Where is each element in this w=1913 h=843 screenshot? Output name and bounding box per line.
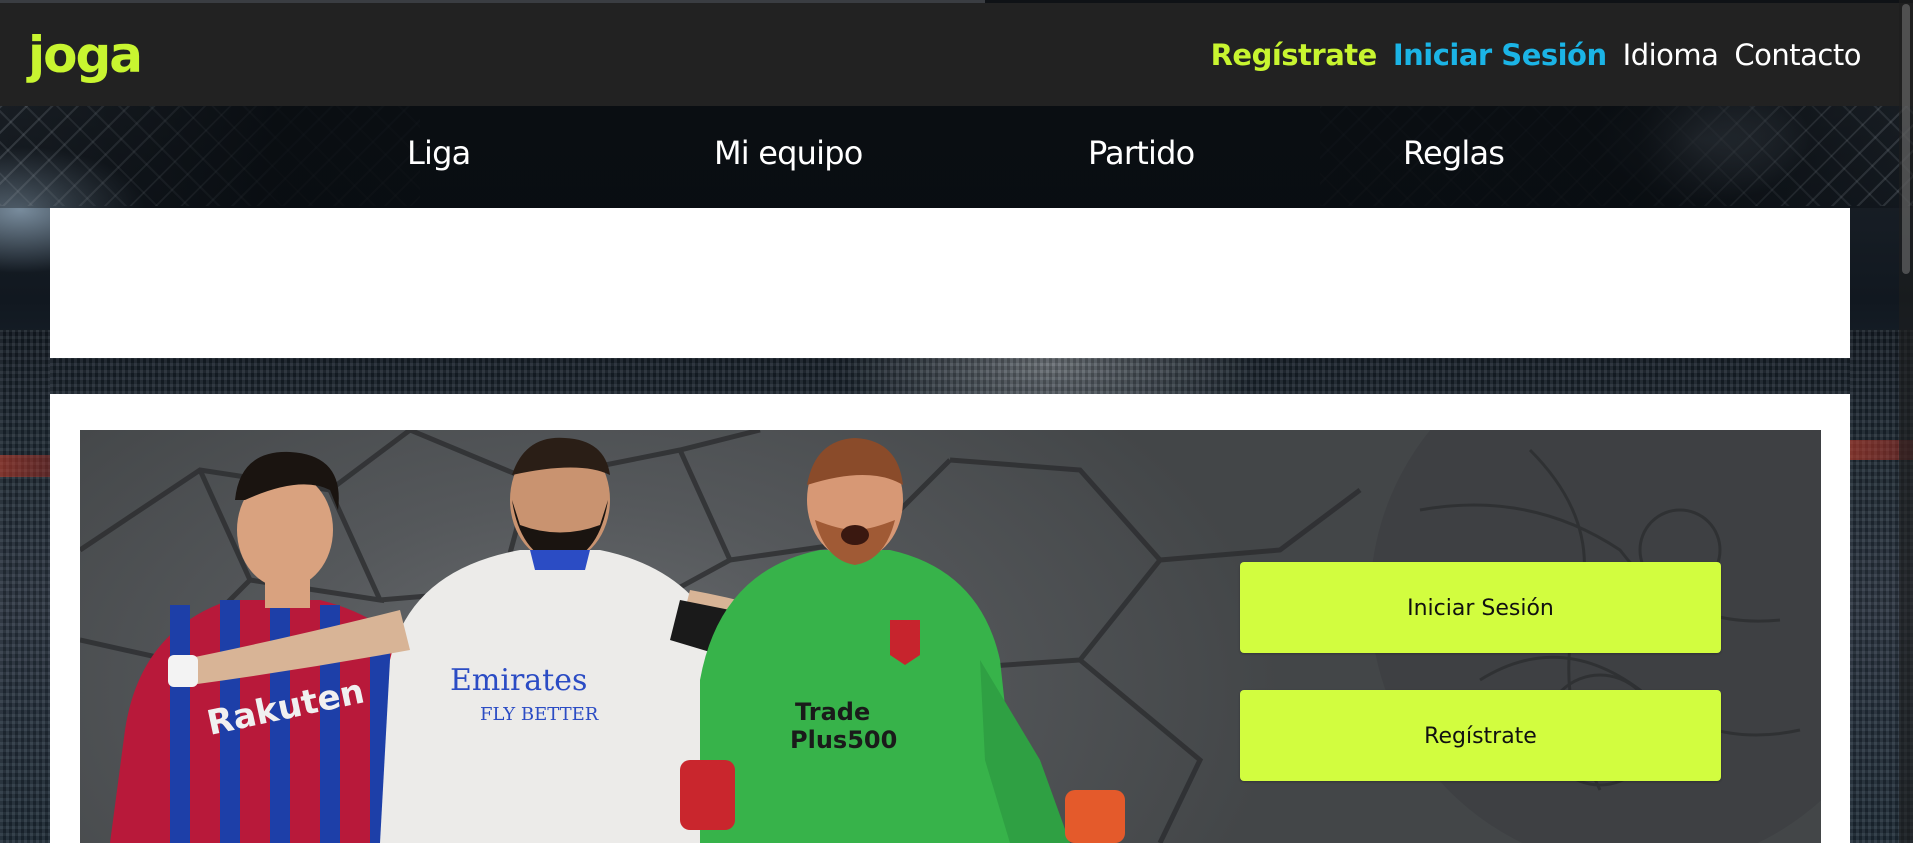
- top-header: joga Regístrate Iniciar Sesión Idioma Co…: [0, 0, 1913, 106]
- page-load-indicator: [0, 0, 985, 3]
- nav-item-reglas[interactable]: Reglas: [1403, 130, 1505, 176]
- nav-item-liga[interactable]: Liga: [407, 130, 471, 176]
- hero-login-button[interactable]: Iniciar Sesión: [1240, 562, 1721, 653]
- svg-text:Trade: Trade: [795, 698, 870, 726]
- main-navigation: Liga Mi equipo Partido Reglas: [0, 106, 1913, 208]
- hero-banner: Rakuten Emirates FLY BETTER Trade Plus50…: [80, 430, 1821, 843]
- svg-text:Emirates: Emirates: [450, 663, 587, 698]
- crowd-left: [0, 330, 50, 843]
- hero-card: Rakuten Emirates FLY BETTER Trade Plus50…: [50, 394, 1850, 843]
- nav-item-partido[interactable]: Partido: [1088, 130, 1195, 176]
- language-link[interactable]: Idioma: [1623, 35, 1719, 75]
- header-links: Regístrate Iniciar Sesión Idioma Contact…: [1211, 35, 1862, 75]
- scrollbar-thumb[interactable]: [1902, 4, 1910, 274]
- register-link[interactable]: Regístrate: [1211, 35, 1378, 75]
- contact-link[interactable]: Contacto: [1734, 35, 1861, 75]
- page-scrollbar[interactable]: [1899, 0, 1913, 843]
- crowd-strip: [50, 358, 1850, 394]
- svg-text:Plus500: Plus500: [790, 726, 897, 754]
- login-link[interactable]: Iniciar Sesión: [1393, 35, 1607, 75]
- stand-banner-left: [0, 455, 50, 477]
- joga-logo[interactable]: joga: [28, 25, 143, 85]
- hero-register-button[interactable]: Regístrate: [1240, 690, 1721, 781]
- svg-text:FLY BETTER: FLY BETTER: [480, 704, 599, 725]
- ad-banner-placeholder: [50, 208, 1850, 358]
- player-right: Trade Plus500: [680, 438, 1125, 843]
- nav-item-mi-equipo[interactable]: Mi equipo: [714, 130, 863, 176]
